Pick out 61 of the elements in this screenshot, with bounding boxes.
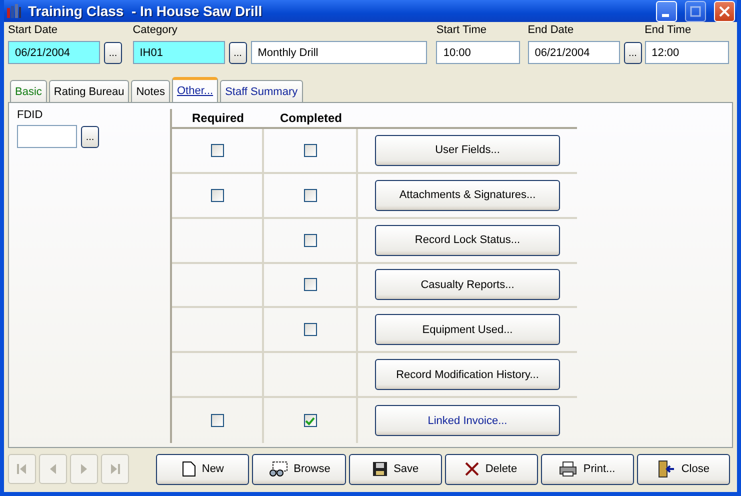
browse-button[interactable]: ... [81,126,99,148]
text-field[interactable]: 06/21/2004 [528,41,620,64]
description-field[interactable]: Monthly Drill [250,41,427,64]
binoculars-icon [268,461,288,477]
checkbox[interactable] [304,323,316,336]
browse-button[interactable]: ... [624,42,642,64]
dialog-button[interactable]: Attachments & Signatures... [375,180,560,211]
tab[interactable]: Staff Summary [220,80,303,102]
toolbar-button[interactable]: Close [636,454,730,484]
fdid-field[interactable] [17,125,77,148]
close-button[interactable] [714,0,735,22]
field-label: Start Date [8,24,59,38]
toolbar-button[interactable]: Delete [444,454,538,484]
column-header: Completed [264,109,358,129]
checkbox[interactable] [210,144,224,157]
text-field[interactable]: 12:00 [644,41,729,64]
text-field[interactable]: 10:00 [436,41,520,64]
cross-icon [465,462,480,476]
close-icon [719,6,730,16]
app-icon [6,3,22,19]
field-label: End Date [528,24,575,38]
browse-button[interactable]: ... [104,42,122,64]
tab[interactable]: Basic [10,80,47,102]
checkbox[interactable] [304,278,316,292]
minimize-button[interactable] [656,0,677,22]
checkbox[interactable] [210,188,224,202]
maximize-button[interactable] [685,0,706,22]
dialog-button[interactable]: Record Lock Status... [375,224,560,256]
tab[interactable]: Notes [131,80,170,102]
maximize-icon [690,6,701,16]
window-title: Training Class - In House Saw Drill [28,3,264,19]
skip-back-icon [15,462,29,476]
toolbar-button[interactable]: New [156,454,250,484]
toolbar-button[interactable]: Browse [252,454,346,484]
printer-icon [559,461,578,477]
dialog-button[interactable]: Casualty Reports... [375,269,560,300]
browse-button[interactable]: ... [228,42,247,64]
field-label: FDID [17,109,44,123]
skip-forward-icon [108,462,122,476]
checkbox[interactable] [210,414,224,428]
text-field[interactable]: 06/21/2004 [8,41,100,64]
checkbox[interactable] [304,144,316,157]
tab[interactable]: Other... [172,77,218,102]
exit-door-icon [657,460,676,478]
minimize-icon [662,14,668,16]
dialog-button[interactable]: Equipment Used... [375,314,560,346]
dialog-button[interactable]: User Fields... [375,134,560,166]
toolbar-button[interactable]: Print... [540,454,634,484]
dialog-button[interactable]: Record Modification History... [375,359,560,390]
toolbar-button[interactable]: Save [348,454,442,484]
field-label: Start Time [436,24,488,38]
dialog-button[interactable]: Linked Invoice... [375,405,560,436]
checkbox[interactable] [304,234,316,247]
column-header: Required [172,109,264,129]
text-field[interactable]: IH01 [132,41,225,64]
field-label: End Time [644,24,692,38]
tab[interactable]: Rating Bureau [48,80,130,102]
checkbox[interactable] [304,188,316,202]
document-icon [182,461,196,477]
checkbox[interactable] [304,414,316,428]
field-label: Category [132,24,178,38]
